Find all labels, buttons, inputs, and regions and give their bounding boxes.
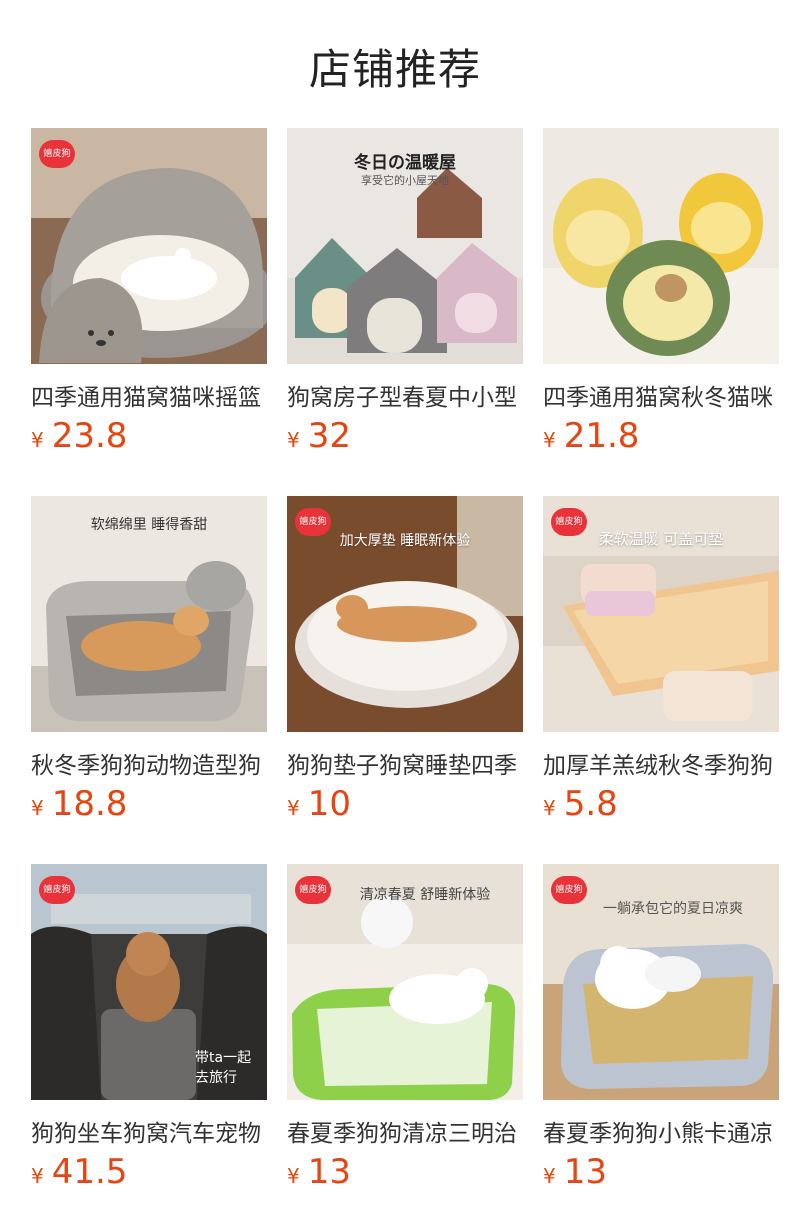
price-value: 32 (307, 416, 351, 456)
product-card[interactable]: 嬉皮狗 四季通用猫窝猫咪摇篮 ¥ 23.8 (31, 128, 267, 496)
product-card[interactable]: 四季通用猫窝秋冬猫咪 ¥ 21.8 (543, 128, 779, 496)
product-price: ¥ 21.8 (543, 416, 779, 456)
product-name[interactable]: 狗狗垫子狗窝睡垫四季 (287, 746, 523, 780)
promo-headline: 软绵绵里 睡得香甜 (90, 517, 208, 533)
product-image[interactable]: 嬉皮狗 (31, 128, 267, 364)
product-image[interactable]: 嬉皮狗 清凉春夏 舒睡新体验 (287, 864, 523, 1100)
brand-logo: 嬉皮狗 (39, 140, 75, 168)
product-name[interactable]: 春夏季狗狗清凉三明治 (287, 1114, 523, 1148)
promo-subline: 享受它的小屋天地 (361, 174, 449, 187)
product-image[interactable]: 嬉皮狗 一躺承包它的夏日凉爽 (543, 864, 779, 1100)
promo-headline: 清凉春夏 舒睡新体验 (359, 887, 491, 903)
product-price: ¥ 32 (287, 416, 523, 456)
product-name[interactable]: 四季通用猫窝猫咪摇篮 (31, 378, 267, 412)
price-value: 41.5 (51, 1152, 128, 1192)
product-card[interactable]: 嬉皮狗 加大厚垫 睡眠新体验 狗狗垫子狗窝睡垫四季 ¥ 10 (287, 496, 523, 864)
product-name[interactable]: 春夏季狗狗小熊卡通凉 (543, 1114, 779, 1148)
currency-symbol: ¥ (543, 1164, 556, 1188)
product-price: ¥ 41.5 (31, 1152, 267, 1192)
product-name[interactable]: 加厚羊羔绒秋冬季狗狗 (543, 746, 779, 780)
currency-symbol: ¥ (31, 1164, 44, 1188)
currency-symbol: ¥ (543, 428, 556, 452)
currency-symbol: ¥ (31, 428, 44, 452)
product-image[interactable]: 嬉皮狗 柔软温暖 可盖可垫 (543, 496, 779, 732)
product-name[interactable]: 狗窝房子型春夏中小型 (287, 378, 523, 412)
currency-symbol: ¥ (31, 796, 44, 820)
product-name[interactable]: 四季通用猫窝秋冬猫咪 (543, 378, 779, 412)
brand-logo: 嬉皮狗 (39, 876, 75, 904)
price-value: 5.8 (563, 784, 618, 824)
product-price: ¥ 13 (543, 1152, 779, 1192)
product-card[interactable]: 软绵绵里 睡得香甜 秋冬季狗狗动物造型狗 ¥ 18.8 (31, 496, 267, 864)
currency-symbol: ¥ (287, 428, 300, 452)
product-grid: 嬉皮狗 四季通用猫窝猫咪摇篮 ¥ 23.8 冬日の温暖屋 享受它的小屋天地 狗窝… (31, 128, 779, 1232)
product-image[interactable]: 冬日の温暖屋 享受它的小屋天地 (287, 128, 523, 364)
product-price: ¥ 23.8 (31, 416, 267, 456)
product-card[interactable]: 嬉皮狗 清凉春夏 舒睡新体验 春夏季狗狗清凉三明治 ¥ 13 (287, 864, 523, 1232)
product-name[interactable]: 秋冬季狗狗动物造型狗 (31, 746, 267, 780)
product-price: ¥ 18.8 (31, 784, 267, 824)
promo-headline: 一躺承包它的夏日凉爽 (603, 901, 743, 917)
product-image[interactable]: 嬉皮狗 带ta一起 去旅行 (31, 864, 267, 1100)
product-card[interactable]: 嬉皮狗 一躺承包它的夏日凉爽 春夏季狗狗小熊卡通凉 ¥ 13 (543, 864, 779, 1232)
page-title: 店铺推荐 (308, 45, 481, 94)
product-image[interactable]: 软绵绵里 睡得香甜 (31, 496, 267, 732)
product-name[interactable]: 狗狗坐车狗窝汽车宠物 (31, 1114, 267, 1148)
product-card[interactable]: 冬日の温暖屋 享受它的小屋天地 狗窝房子型春夏中小型 ¥ 32 (287, 128, 523, 496)
currency-symbol: ¥ (543, 796, 556, 820)
price-value: 10 (307, 784, 351, 824)
price-value: 13 (307, 1152, 351, 1192)
price-value: 13 (563, 1152, 607, 1192)
product-price: ¥ 13 (287, 1152, 523, 1192)
currency-symbol: ¥ (287, 1164, 300, 1188)
product-price: ¥ 5.8 (543, 784, 779, 824)
promo-headline: 柔软温暖 可盖可垫 (598, 530, 724, 548)
price-value: 23.8 (51, 416, 128, 456)
product-image[interactable] (543, 128, 779, 364)
product-card[interactable]: 嬉皮狗 柔软温暖 可盖可垫 加厚羊羔绒秋冬季狗狗 ¥ 5.8 (543, 496, 779, 864)
product-image[interactable]: 嬉皮狗 加大厚垫 睡眠新体验 (287, 496, 523, 732)
promo-headline: 加大厚垫 睡眠新体验 (339, 533, 471, 549)
price-value: 21.8 (563, 416, 640, 456)
product-price: ¥ 10 (287, 784, 523, 824)
price-value: 18.8 (51, 784, 128, 824)
store-recommendation-page: 店铺推荐 嬉皮狗 四季通用猫窝猫咪摇篮 ¥ 23.8 冬日の温暖屋 享受它的小屋… (0, 0, 790, 1232)
promo-headline: 冬日の温暖屋 (354, 153, 456, 173)
promo-side-text: 带ta一起 去旅行 (195, 1050, 252, 1086)
product-card[interactable]: 嬉皮狗 带ta一起 去旅行 狗狗坐车狗窝汽车宠物 ¥ 41.5 (31, 864, 267, 1232)
currency-symbol: ¥ (287, 796, 300, 820)
